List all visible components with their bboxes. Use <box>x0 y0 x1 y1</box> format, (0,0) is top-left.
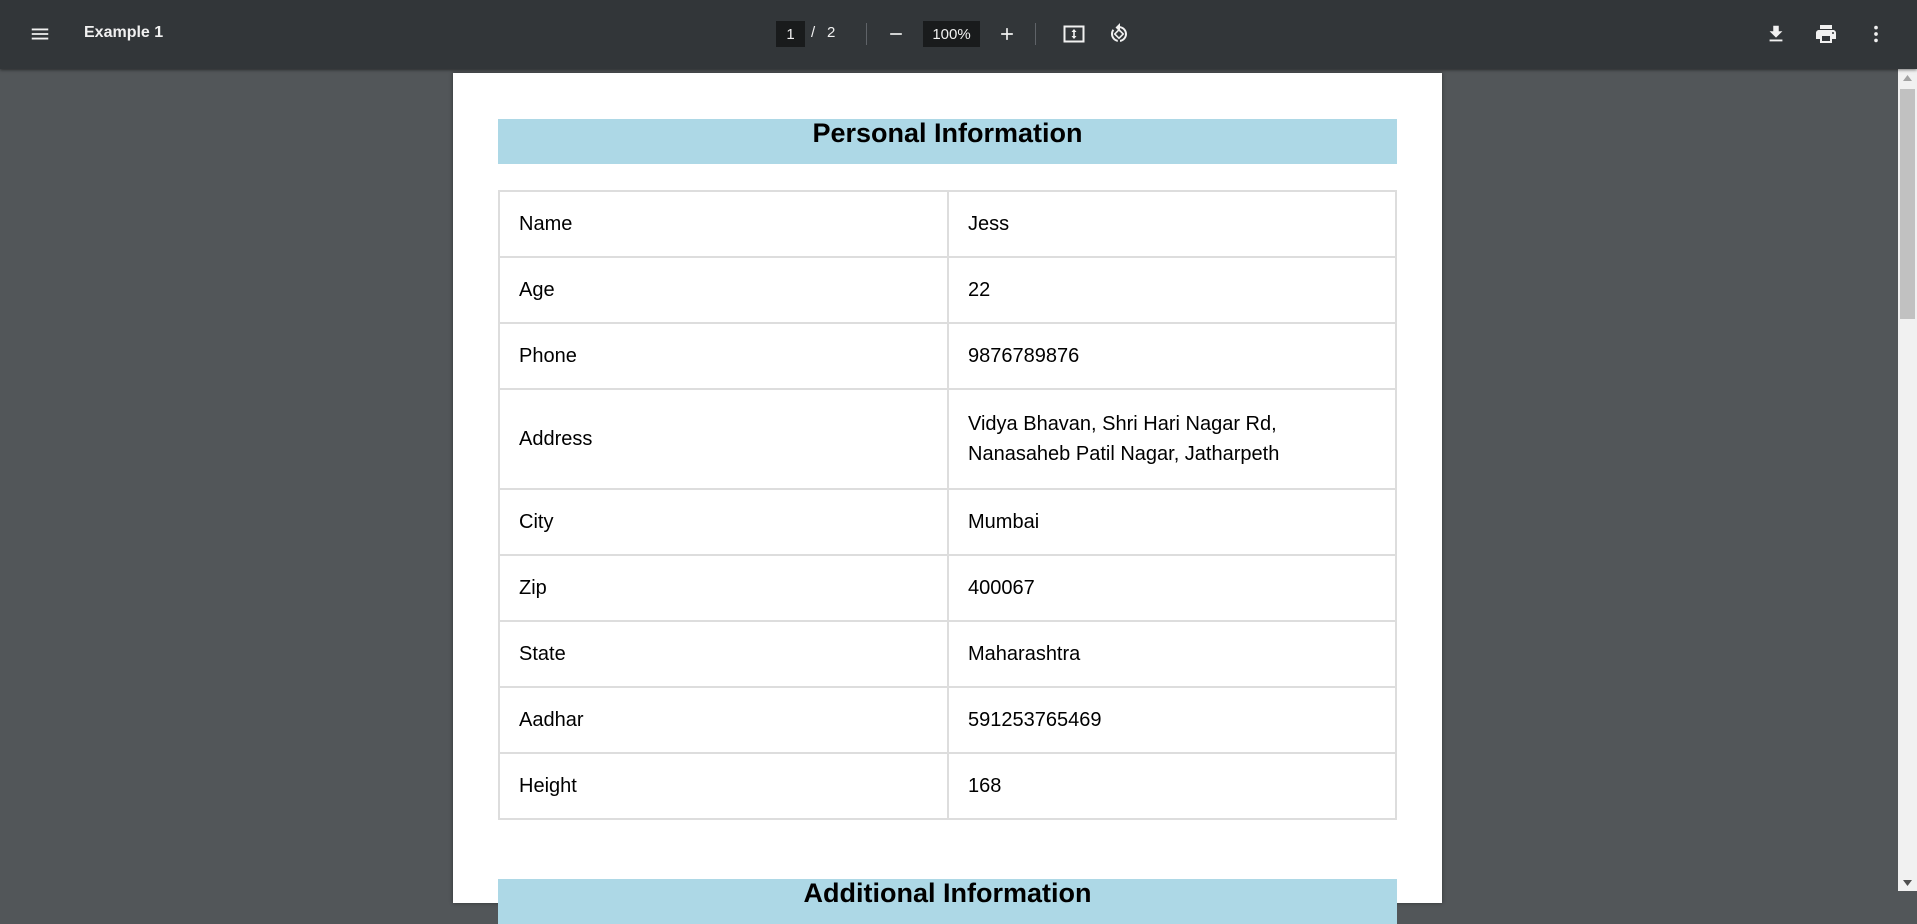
row-value: Jess <box>947 190 1397 258</box>
table-row: City Mumbai <box>498 488 1397 556</box>
more-vert-icon <box>1874 25 1878 43</box>
rotate-icon <box>1111 23 1127 42</box>
fit-to-page-icon <box>1063 25 1085 43</box>
vertical-scrollbar[interactable] <box>1898 69 1917 891</box>
download-button[interactable] <box>1758 16 1794 52</box>
row-label: Aadhar <box>498 686 949 754</box>
row-label: City <box>498 488 949 556</box>
page-number-input[interactable]: 1 <box>776 21 805 47</box>
menu-button[interactable] <box>22 16 58 52</box>
scrollbar-thumb[interactable] <box>1900 89 1915 319</box>
minus-icon <box>890 33 902 35</box>
table-row: Height 168 <box>498 752 1397 820</box>
personal-info-table: Name Jess Age 22 Phone 9876789876 Addres… <box>498 190 1397 820</box>
plus-icon <box>1001 28 1013 40</box>
row-label: Height <box>498 752 949 820</box>
toolbar-divider <box>866 23 867 45</box>
page-separator: / <box>811 24 816 41</box>
row-value: 22 <box>947 256 1397 324</box>
document-title: Example 1 <box>84 24 164 41</box>
row-value: 400067 <box>947 554 1397 622</box>
section-title-personal: Personal Information <box>498 119 1397 164</box>
scroll-up-button[interactable] <box>1898 69 1917 86</box>
table-row: Age 22 <box>498 256 1397 324</box>
row-value: Maharashtra <box>947 620 1397 688</box>
row-value: 168 <box>947 752 1397 820</box>
toolbar-divider <box>1035 23 1036 45</box>
pdf-toolbar: Example 1 1 / 2 100% <box>0 0 1917 69</box>
arrow-down-icon <box>1903 879 1912 886</box>
zoom-in-button[interactable] <box>989 16 1025 52</box>
table-row: State Maharashtra <box>498 620 1397 688</box>
address-line-1: Vidya Bhavan, Shri Hari Nagar Rd, <box>968 413 1277 435</box>
row-value: Mumbai <box>947 488 1397 556</box>
address-line-2: Nanasaheb Patil Nagar, Jatharpeth <box>968 443 1280 465</box>
print-icon <box>1816 25 1836 43</box>
total-pages: 2 <box>827 24 836 41</box>
rotate-button[interactable] <box>1101 16 1137 52</box>
scroll-down-button[interactable] <box>1898 874 1917 891</box>
table-row: Zip 400067 <box>498 554 1397 622</box>
row-label: State <box>498 620 949 688</box>
row-value: 591253765469 <box>947 686 1397 754</box>
fit-to-page-button[interactable] <box>1056 16 1092 52</box>
menu-icon <box>31 28 49 40</box>
pdf-page: Personal Information Name Jess Age 22 Ph… <box>453 73 1442 924</box>
table-row: Name Jess <box>498 190 1397 258</box>
row-label: Zip <box>498 554 949 622</box>
row-label: Age <box>498 256 949 324</box>
arrow-up-icon <box>1903 74 1912 81</box>
row-label: Name <box>498 190 949 258</box>
more-options-button[interactable] <box>1858 16 1894 52</box>
row-value: 9876789876 <box>947 322 1397 390</box>
zoom-level-input[interactable]: 100% <box>923 21 980 47</box>
table-row: Phone 9876789876 <box>498 322 1397 390</box>
print-button[interactable] <box>1808 16 1844 52</box>
row-label: Phone <box>498 322 949 390</box>
section-title-additional: Additional Information <box>498 879 1397 924</box>
download-icon <box>1769 25 1783 42</box>
zoom-out-button[interactable] <box>878 16 914 52</box>
table-row: Address Vidya Bhavan, Shri Hari Nagar Rd… <box>498 388 1397 490</box>
table-row: Aadhar 591253765469 <box>498 686 1397 754</box>
row-label: Address <box>498 388 949 490</box>
row-value: Vidya Bhavan, Shri Hari Nagar Rd, Nanasa… <box>947 388 1397 490</box>
